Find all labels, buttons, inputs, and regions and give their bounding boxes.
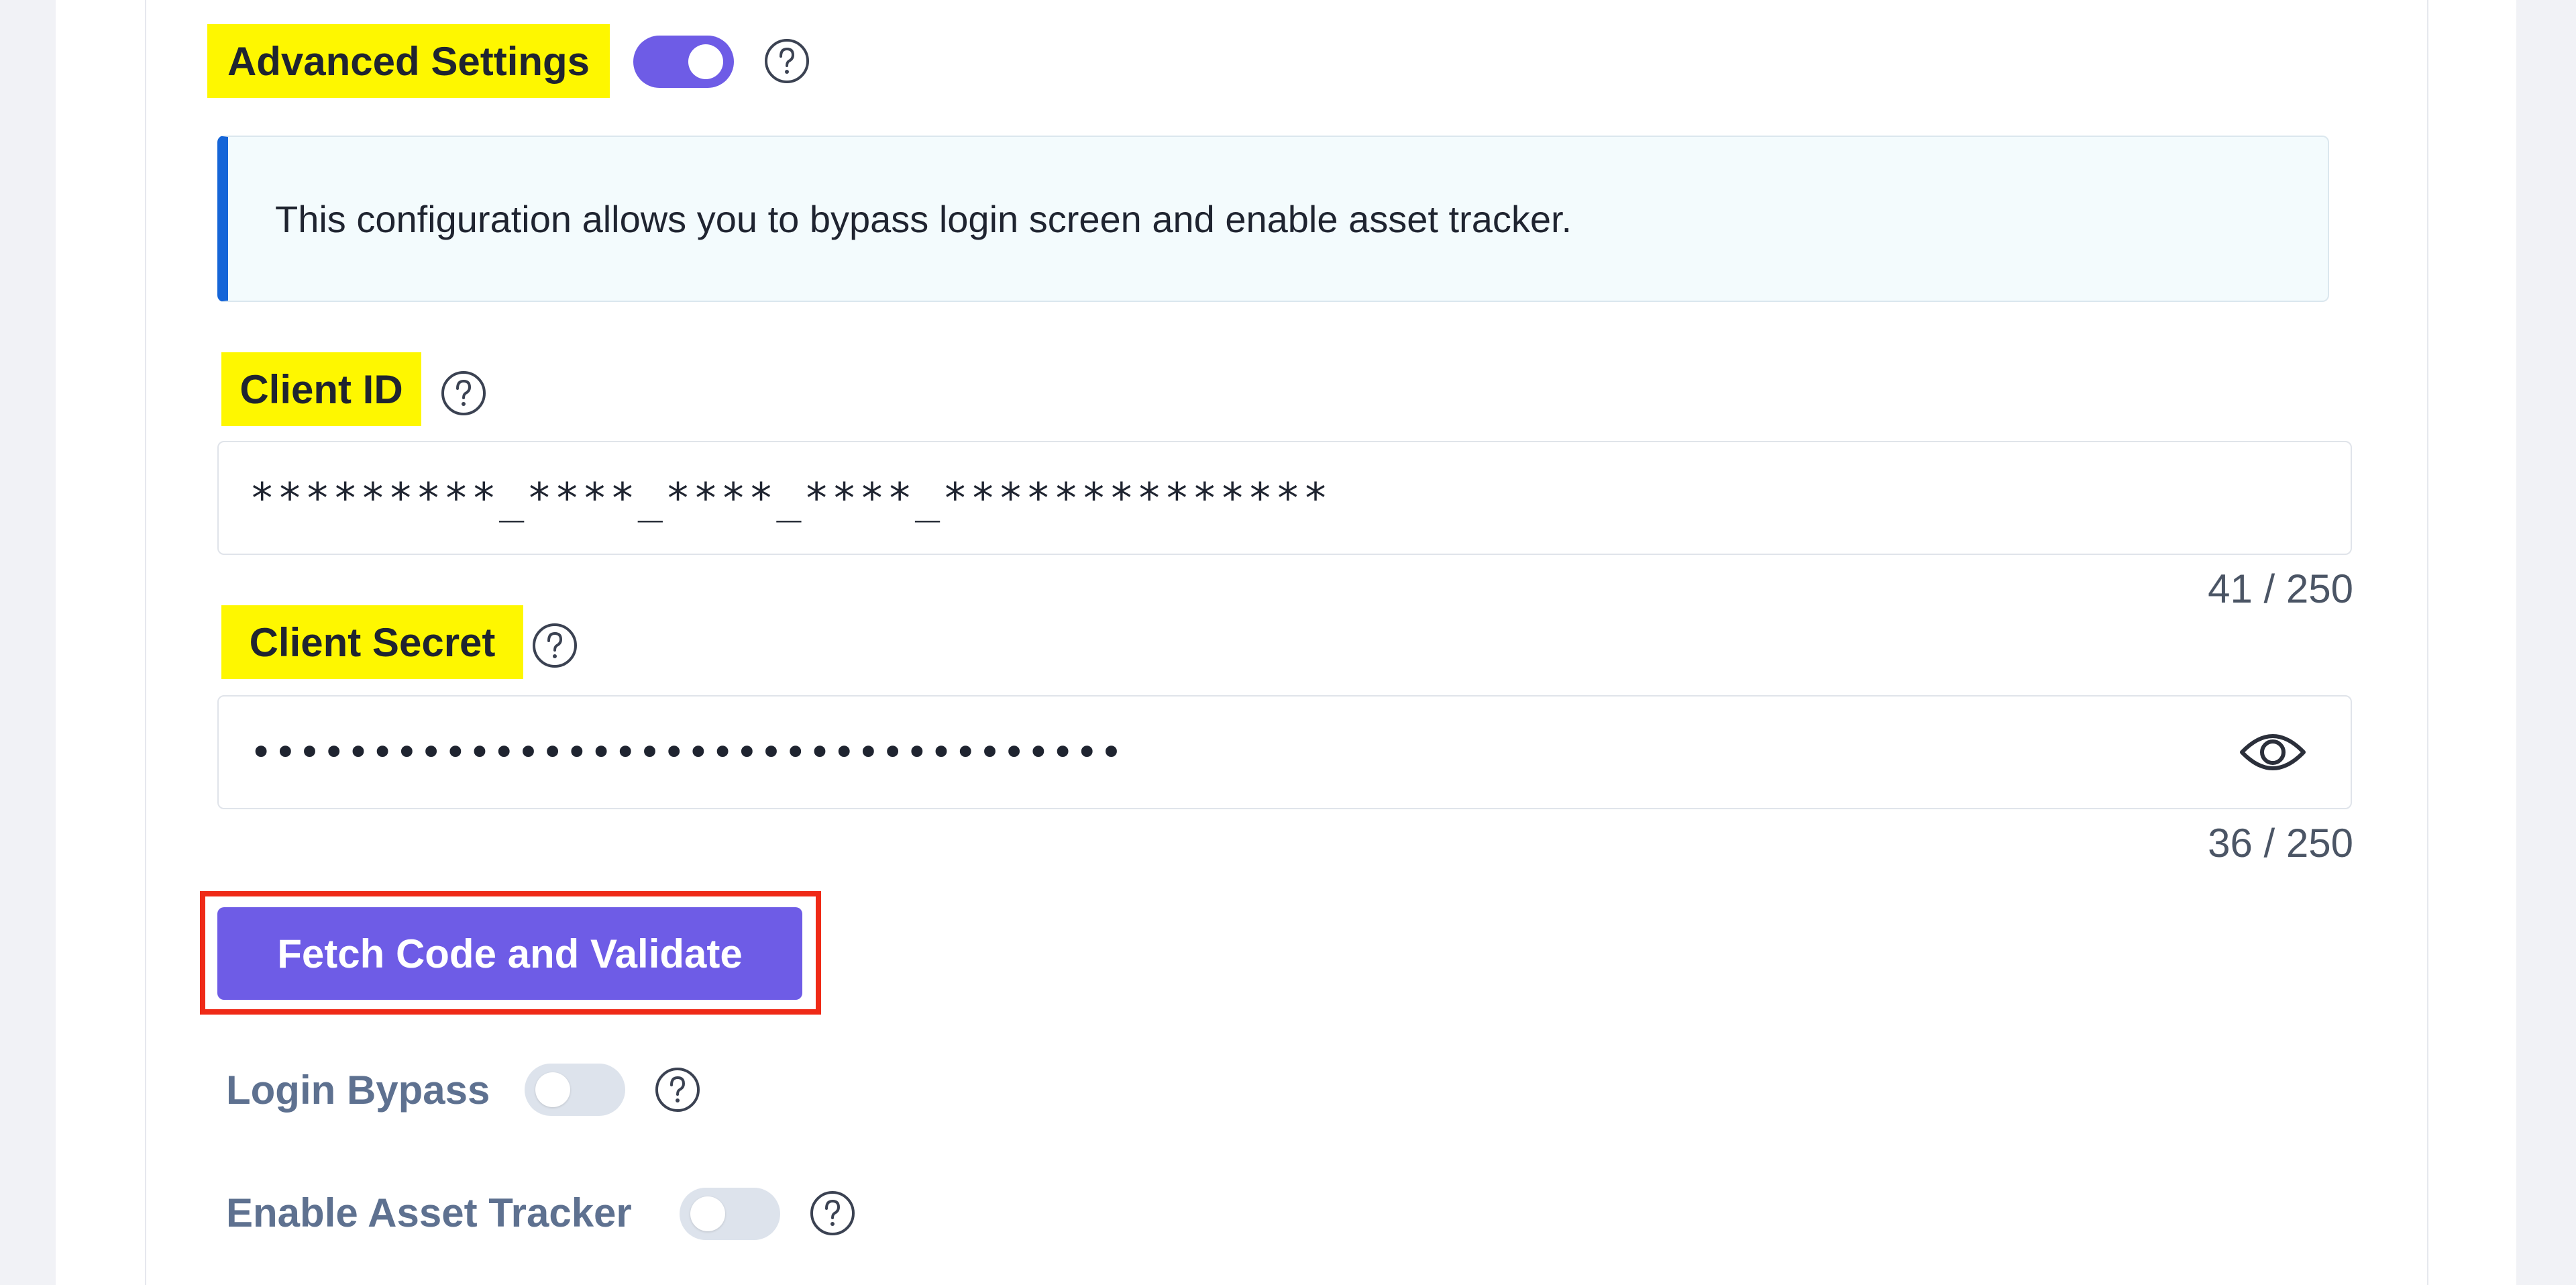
enable-asset-tracker-label: Enable Asset Tracker <box>226 1190 632 1235</box>
toggle-knob <box>688 44 723 79</box>
toggle-knob <box>690 1196 725 1231</box>
question-circle-icon[interactable] <box>531 622 578 669</box>
advanced-settings-toggle[interactable] <box>633 36 734 88</box>
client-secret-char-counter: 36 / 250 <box>2208 821 2353 866</box>
question-circle-icon[interactable] <box>440 370 487 417</box>
advanced-settings-label: Advanced Settings <box>207 24 610 98</box>
info-banner: This configuration allows you to bypass … <box>217 136 2329 302</box>
info-text: This configuration allows you to bypass … <box>275 197 1572 240</box>
login-bypass-label: Login Bypass <box>226 1067 490 1113</box>
client-secret-label: Client Secret <box>221 605 523 679</box>
client-id-label: Client ID <box>221 352 421 426</box>
fetch-code-validate-button[interactable]: Fetch Code and Validate <box>217 907 802 1000</box>
client-id-value: *********_****_****_****_************** <box>250 473 1331 523</box>
eye-icon[interactable] <box>2238 725 2308 779</box>
client-secret-input[interactable]: •••••••••••••••••••••••••••••••••••• <box>217 695 2352 809</box>
question-circle-icon[interactable] <box>809 1190 856 1237</box>
client-id-input[interactable]: *********_****_****_****_************** <box>217 441 2352 555</box>
login-bypass-toggle[interactable] <box>525 1064 625 1116</box>
enable-asset-tracker-toggle[interactable] <box>680 1188 780 1240</box>
toggle-knob <box>535 1072 570 1107</box>
client-id-char-counter: 41 / 250 <box>2208 566 2353 611</box>
question-circle-icon[interactable] <box>763 38 810 85</box>
client-secret-value: •••••••••••••••••••••••••••••••••••• <box>250 729 1124 775</box>
question-circle-icon[interactable] <box>654 1066 701 1113</box>
